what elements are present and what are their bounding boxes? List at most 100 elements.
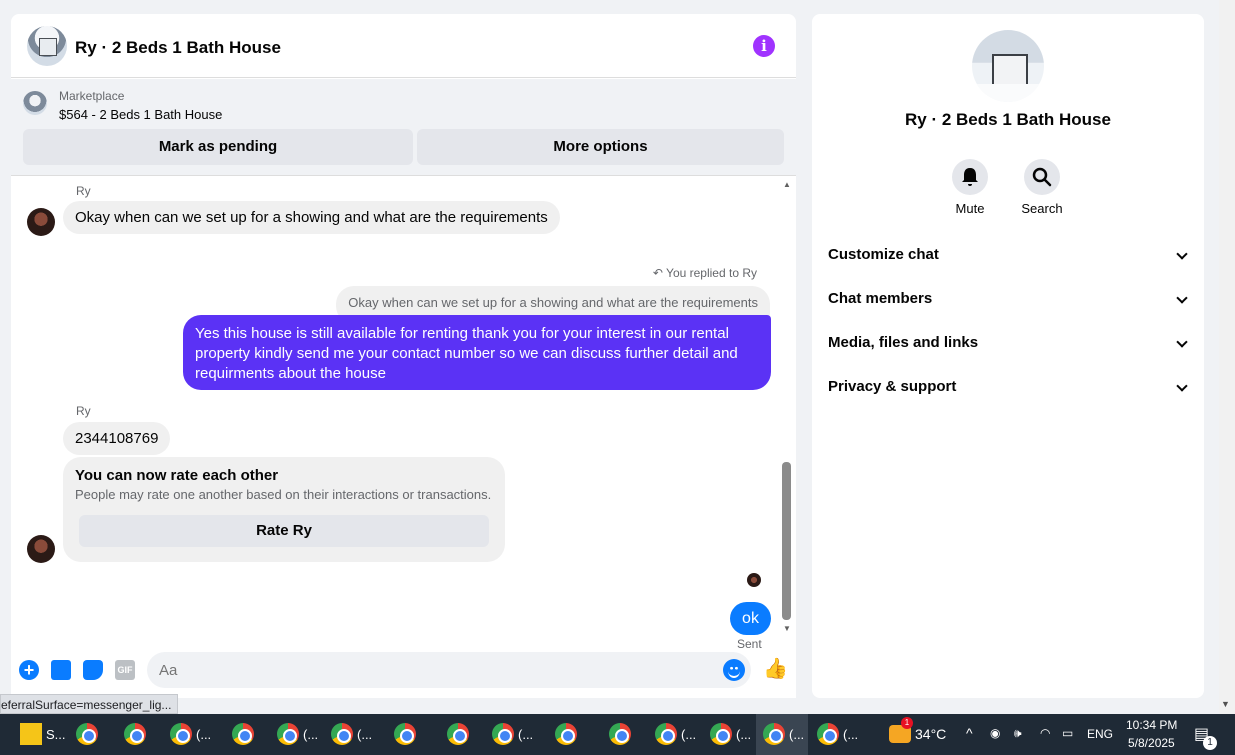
taskbar-chrome-window[interactable]: (... (817, 722, 858, 746)
section-chat-members[interactable]: Chat members (828, 290, 1190, 312)
message-list: Ry Okay when can we set up for a showing… (11, 177, 796, 651)
taskbar-sticky-notes[interactable]: S... (20, 722, 66, 746)
taskbar-chrome-window[interactable]: (... (655, 722, 696, 746)
chrome-icon (763, 723, 785, 745)
mute-button[interactable]: Mute (935, 159, 1005, 216)
taskbar-chrome[interactable] (232, 722, 254, 746)
page-scrollbar[interactable] (1219, 0, 1235, 714)
taskbar-chrome[interactable] (447, 722, 469, 746)
chat-title[interactable]: Ry · 2 Beds 1 Bath House (75, 38, 281, 58)
chat-avatar[interactable] (27, 26, 67, 66)
photo-icon[interactable] (51, 660, 71, 680)
search-button[interactable]: Search (1007, 159, 1077, 216)
language-indicator[interactable]: ENG (1087, 727, 1113, 741)
wifi-icon[interactable]: ◠ (1040, 726, 1050, 740)
chat-panel: Ry · 2 Beds 1 Bath House i Marketplace $… (11, 14, 796, 698)
chrome-icon (710, 723, 732, 745)
chrome-icon (555, 723, 577, 745)
weather-icon: 1 (889, 717, 913, 743)
sent-status: Sent (737, 637, 762, 651)
chrome-icon (609, 723, 631, 745)
taskbar-chrome[interactable] (555, 722, 577, 746)
chrome-icon (170, 723, 192, 745)
sender-avatar[interactable] (27, 208, 55, 236)
chrome-icon (492, 723, 514, 745)
marketplace-label: Marketplace (59, 89, 125, 103)
meet-now-icon[interactable]: ◉ (990, 726, 1000, 740)
sender-name: Ry (76, 404, 91, 418)
taskbar-chrome-window-active[interactable]: (... (763, 722, 804, 746)
reply-note: ↶ You replied to Ry (652, 266, 757, 280)
taskbar-chrome-window[interactable]: (... (331, 722, 372, 746)
chrome-icon (124, 723, 146, 745)
rate-button[interactable]: Rate Ry (79, 515, 489, 547)
chrome-icon (817, 723, 839, 745)
chevron-down-icon (1176, 380, 1188, 392)
rate-title: You can now rate each other (75, 467, 279, 484)
speaker-icon[interactable]: 🕪 (1014, 726, 1022, 741)
rate-description: People may rate one another based on the… (75, 487, 492, 502)
info-icon[interactable]: i (753, 35, 775, 57)
section-customize-chat[interactable]: Customize chat (828, 246, 1190, 268)
taskbar-chrome-window[interactable]: (... (277, 722, 318, 746)
incoming-message[interactable]: 2344108769 (63, 422, 171, 455)
weather-widget[interactable]: 1 34°C (889, 717, 946, 746)
taskbar-chrome-window[interactable]: (... (170, 722, 211, 746)
chevron-down-icon (1176, 248, 1188, 260)
sticker-icon[interactable] (83, 660, 103, 680)
plus-icon[interactable]: + (19, 660, 39, 680)
clock-time[interactable]: 10:34 PM (1126, 718, 1177, 732)
conversation-info-panel: Ry · 2 Beds 1 Bath House Mute Search Cus… (812, 14, 1204, 698)
chevron-down-icon (1176, 336, 1188, 348)
search-icon (1024, 159, 1060, 195)
thumbs-up-icon[interactable]: 👍 (763, 657, 788, 681)
sender-name: Ry (76, 184, 91, 198)
taskbar-chrome[interactable] (609, 722, 631, 746)
reply-arrow-icon: ↶ (652, 266, 667, 280)
composer: + GIF 👍 (11, 650, 796, 694)
outgoing-message: ok (730, 602, 771, 635)
section-media-files-links[interactable]: Media, files and links (828, 334, 1190, 356)
chrome-icon (655, 723, 677, 745)
info-avatar[interactable] (972, 30, 1044, 102)
taskbar-chrome-window[interactable]: (... (492, 722, 533, 746)
gif-icon[interactable]: GIF (115, 660, 135, 680)
taskbar-chrome[interactable] (76, 722, 98, 746)
weather-badge: 1 (901, 717, 913, 729)
taskbar-chrome[interactable] (124, 722, 146, 746)
chrome-icon (277, 723, 299, 745)
taskbar-chrome-window[interactable]: (... (710, 722, 751, 746)
battery-icon[interactable]: ▭ (1062, 726, 1073, 740)
taskbar-chrome[interactable] (394, 722, 416, 746)
page-scroll-down-arrow[interactable]: ▼ (1221, 699, 1230, 709)
chevron-down-icon (1176, 292, 1188, 304)
chrome-icon (394, 723, 416, 745)
seen-avatar (747, 573, 761, 587)
chat-header: Ry · 2 Beds 1 Bath House i (11, 14, 796, 78)
message-input[interactable] (147, 652, 751, 688)
marketplace-bar: Marketplace $564 - 2 Beds 1 Bath House M… (11, 79, 796, 176)
chrome-icon (76, 723, 98, 745)
chevron-up-icon[interactable]: ^ (966, 725, 973, 741)
sender-avatar[interactable] (27, 535, 55, 563)
listing-title[interactable]: $564 - 2 Beds 1 Bath House (59, 107, 222, 122)
chrome-icon (447, 723, 469, 745)
sticky-notes-icon (20, 723, 42, 745)
scrollbar-thumb[interactable] (782, 462, 791, 620)
mute-label: Mute (955, 201, 985, 216)
more-options-button[interactable]: More options (417, 129, 784, 165)
info-name: Ry · 2 Beds 1 Bath House (905, 110, 1111, 129)
section-privacy-support[interactable]: Privacy & support (828, 378, 1190, 400)
chrome-icon (232, 723, 254, 745)
status-url-bar: eferralSurface=messenger_lig... (0, 694, 179, 714)
search-label: Search (1021, 201, 1063, 216)
mark-as-pending-button[interactable]: Mark as pending (23, 129, 413, 165)
clock-date[interactable]: 5/8/2025 (1128, 736, 1175, 750)
rate-card: You can now rate each other People may r… (63, 457, 505, 562)
notification-count: 1 (1203, 736, 1217, 750)
chrome-icon (331, 723, 353, 745)
scroll-up-arrow[interactable]: ▲ (781, 180, 793, 190)
emoji-icon[interactable] (723, 659, 745, 681)
scroll-down-arrow[interactable]: ▼ (781, 624, 793, 634)
listing-thumbnail[interactable] (23, 91, 47, 115)
